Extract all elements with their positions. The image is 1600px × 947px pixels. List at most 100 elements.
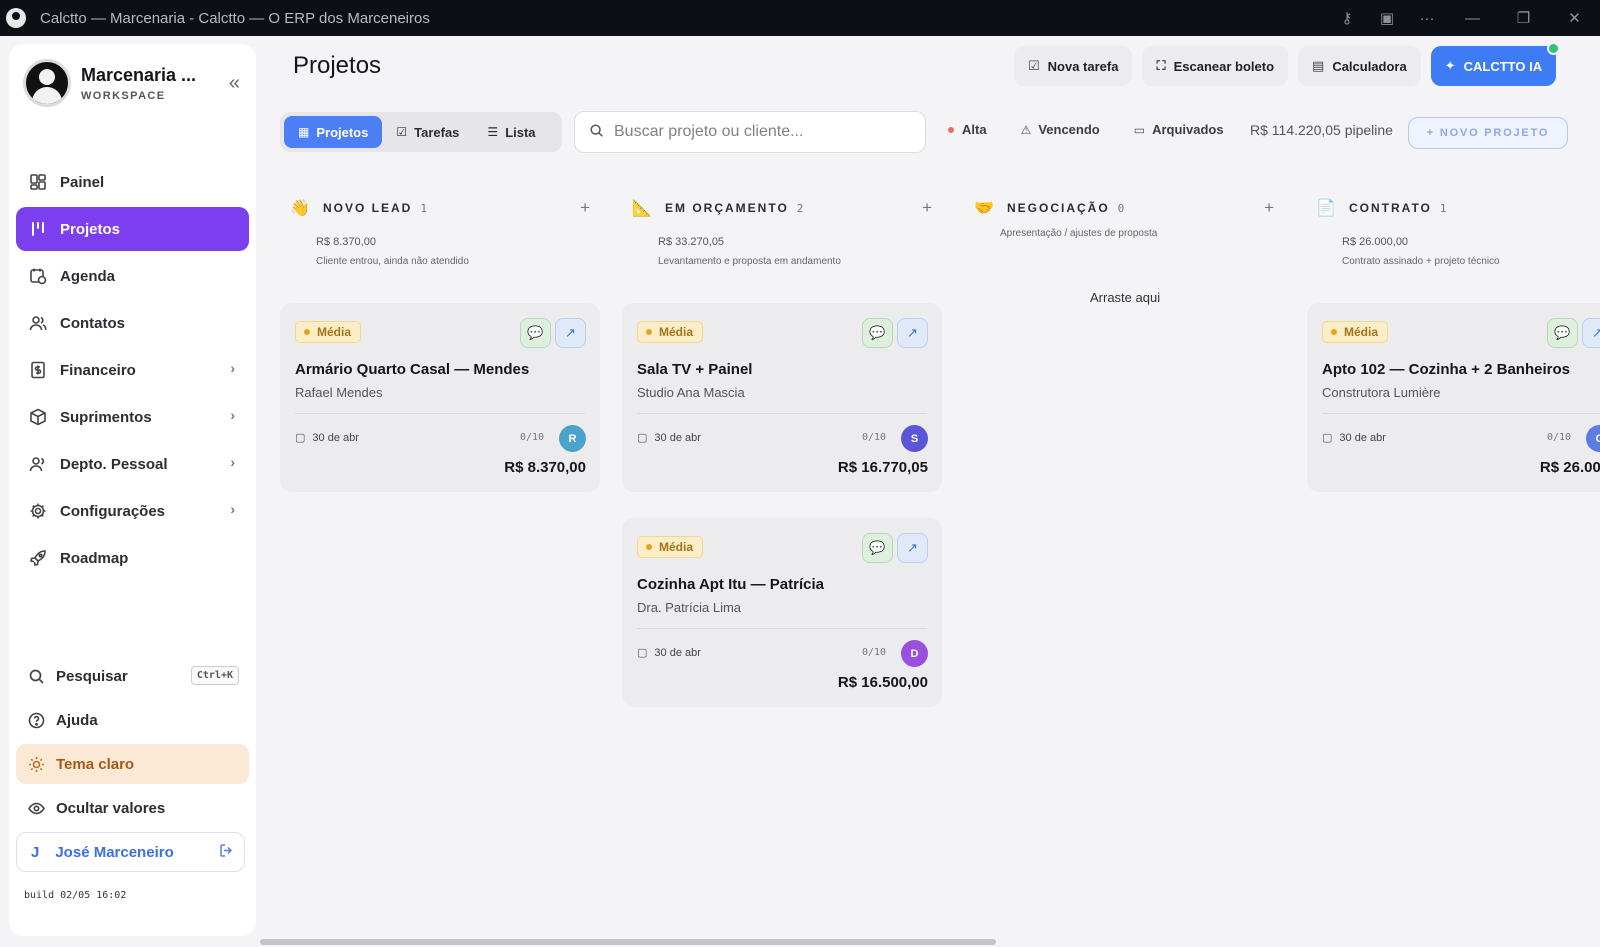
window-title: Calctto — Marcenaria - Calctto — O ERP d…: [40, 9, 430, 27]
column-header-em-orcamento: 📐 EM ORÇAMENTO 2 +: [632, 198, 932, 218]
wave-icon: 👋: [290, 200, 310, 217]
box-icon: [28, 407, 48, 427]
tab-projetos[interactable]: ▦ Projetos: [284, 116, 383, 148]
user-initial: J: [31, 843, 40, 861]
scan-boleto-label: Escanear boleto: [1173, 58, 1275, 74]
help-button[interactable]: Ajuda: [16, 700, 249, 740]
card-divider: [637, 628, 927, 629]
search-icon: [589, 123, 604, 141]
chat-icon[interactable]: 💬: [1547, 318, 1578, 348]
filter-high-priority[interactable]: Alta: [948, 122, 987, 137]
sun-icon: [26, 754, 46, 774]
new-task-label: Nova tarefa: [1047, 58, 1119, 74]
external-link-icon[interactable]: ↗: [897, 533, 928, 563]
archive-icon: ▭: [1133, 122, 1146, 137]
collapse-sidebar-icon[interactable]: «: [229, 72, 240, 95]
card-divider: [1322, 413, 1600, 414]
tab-label: Lista: [505, 124, 536, 140]
project-card[interactable]: Média 💬 ↗ Armário Quarto Casal — Mendes …: [280, 303, 600, 492]
filter-archived[interactable]: ▭ Arquivados: [1134, 122, 1224, 137]
theme-toggle[interactable]: Tema claro: [16, 744, 249, 784]
column-title: NOVO LEAD 1: [323, 201, 427, 215]
external-link-icon[interactable]: ↗: [555, 318, 586, 348]
sidebar-item-roadmap[interactable]: Roadmap: [16, 536, 249, 580]
project-card[interactable]: Média 💬 ↗ Cozinha Apt Itu — Patrícia Dra…: [622, 518, 942, 707]
sidebar-item-label: Agenda: [60, 267, 116, 285]
scan-boleto-button[interactable]: ⛶ Escanear boleto: [1142, 46, 1289, 86]
chat-icon[interactable]: 💬: [862, 533, 893, 563]
search-shortcut-button[interactable]: Pesquisar Ctrl+K: [16, 656, 249, 696]
new-task-button[interactable]: ☑ Nova tarefa: [1014, 46, 1133, 86]
calendar-icon: ▢: [1322, 432, 1333, 444]
card-client: Rafael Mendes: [295, 385, 383, 400]
restore-icon[interactable]: ❐: [1498, 0, 1549, 36]
people-icon: [28, 454, 48, 474]
sidebar: Marcenaria ... WORKSPACE « Painel Projet…: [9, 44, 256, 936]
external-link-icon[interactable]: ↗: [1582, 318, 1600, 348]
chevron-right-icon: ›: [230, 360, 235, 376]
kanban-icon: [28, 219, 48, 239]
card-title: Cozinha Apt Itu — Patrícia: [637, 576, 824, 593]
sidebar-item-painel[interactable]: Painel: [16, 160, 249, 204]
search-input[interactable]: [614, 123, 914, 141]
page-title: Projetos: [293, 52, 382, 79]
add-card-icon[interactable]: +: [922, 198, 932, 218]
column-description: Apresentação / ajustes de proposta: [1000, 228, 1158, 239]
search-icon: [26, 666, 46, 686]
card-value: R$ 16.500,00: [837, 674, 928, 691]
sidebar-item-contatos[interactable]: Contatos: [16, 301, 249, 345]
sidebar-item-suprimentos[interactable]: Suprimentos ›: [16, 395, 249, 439]
sidebar-item-depto-pessoal[interactable]: Depto. Pessoal ›: [16, 442, 249, 486]
column-title: EM ORÇAMENTO 2: [665, 201, 803, 215]
sidebar-item-label: Projetos: [60, 220, 121, 238]
card-value: R$ 16.770,05: [837, 459, 928, 476]
device-icon[interactable]: ▣: [1367, 0, 1407, 36]
logout-icon[interactable]: [219, 843, 234, 861]
sparkle-icon: ✦: [1444, 58, 1456, 73]
filter-due[interactable]: ⚠ Vencendo: [1021, 122, 1100, 137]
project-card[interactable]: Média 💬 ↗ Apto 102 — Cozinha + 2 Banheir…: [1307, 303, 1600, 492]
card-divider: [295, 413, 585, 414]
calctto-ia-label: CALCTTO IA: [1463, 58, 1543, 74]
filter-label: Alta: [962, 122, 987, 137]
sidebar-item-label: Configurações: [60, 502, 166, 520]
tab-tarefas[interactable]: ☑ Tarefas: [382, 116, 473, 148]
hide-values-toggle[interactable]: Ocultar valores: [16, 788, 249, 828]
calctto-ia-button[interactable]: ✦ CALCTTO IA: [1430, 42, 1561, 86]
chat-icon[interactable]: 💬: [862, 318, 893, 348]
column-count: 2: [796, 202, 804, 215]
horizontal-scrollbar[interactable]: [260, 939, 996, 945]
sidebar-item-financeiro[interactable]: Financeiro ›: [16, 348, 249, 392]
task-progress: 0/10: [862, 647, 887, 658]
app-logo-icon: [6, 8, 26, 28]
tab-lista[interactable]: ☰ Lista: [473, 116, 549, 148]
card-date-text: 30 de abr: [654, 431, 701, 444]
column-description: Cliente entrou, ainda não atendido: [316, 256, 469, 267]
help-icon: [26, 710, 46, 730]
calculator-button[interactable]: ▤ Calculadora: [1298, 46, 1421, 86]
sidebar-item-projetos[interactable]: Projetos: [16, 207, 249, 251]
card-client: Construtora Lumière: [1322, 385, 1441, 400]
card-date: ▢ 30 de abr: [637, 646, 701, 660]
sidebar-item-agenda[interactable]: Agenda: [16, 254, 249, 298]
sidebar-item-configuracoes[interactable]: Configurações ›: [16, 489, 249, 533]
user-profile[interactable]: J José Marceneiro: [16, 832, 245, 872]
calculator-label: Calculadora: [1332, 58, 1407, 74]
minimize-icon[interactable]: —: [1447, 0, 1498, 36]
new-project-button[interactable]: + NOVO PROJETO: [1408, 117, 1568, 149]
column-total: R$ 8.370,00: [316, 236, 376, 248]
avatar: S: [901, 425, 928, 452]
external-link-icon[interactable]: ↗: [897, 318, 928, 348]
workspace-switcher[interactable]: Marcenaria ... WORKSPACE: [23, 58, 243, 108]
dollar-doc-icon: [28, 360, 48, 380]
more-icon[interactable]: ···: [1407, 0, 1447, 36]
add-card-icon[interactable]: +: [580, 198, 590, 218]
chevron-right-icon: ›: [230, 501, 235, 517]
key-icon[interactable]: ⚷: [1327, 0, 1367, 36]
grid-icon: [28, 172, 48, 192]
sidebar-nav: Painel Projetos Agenda Contatos Financei…: [16, 160, 249, 583]
close-icon[interactable]: ✕: [1549, 0, 1600, 36]
chat-icon[interactable]: 💬: [520, 318, 551, 348]
add-card-icon[interactable]: +: [1264, 198, 1274, 218]
project-card[interactable]: Média 💬 ↗ Sala TV + Painel Studio Ana Ma…: [622, 303, 942, 492]
